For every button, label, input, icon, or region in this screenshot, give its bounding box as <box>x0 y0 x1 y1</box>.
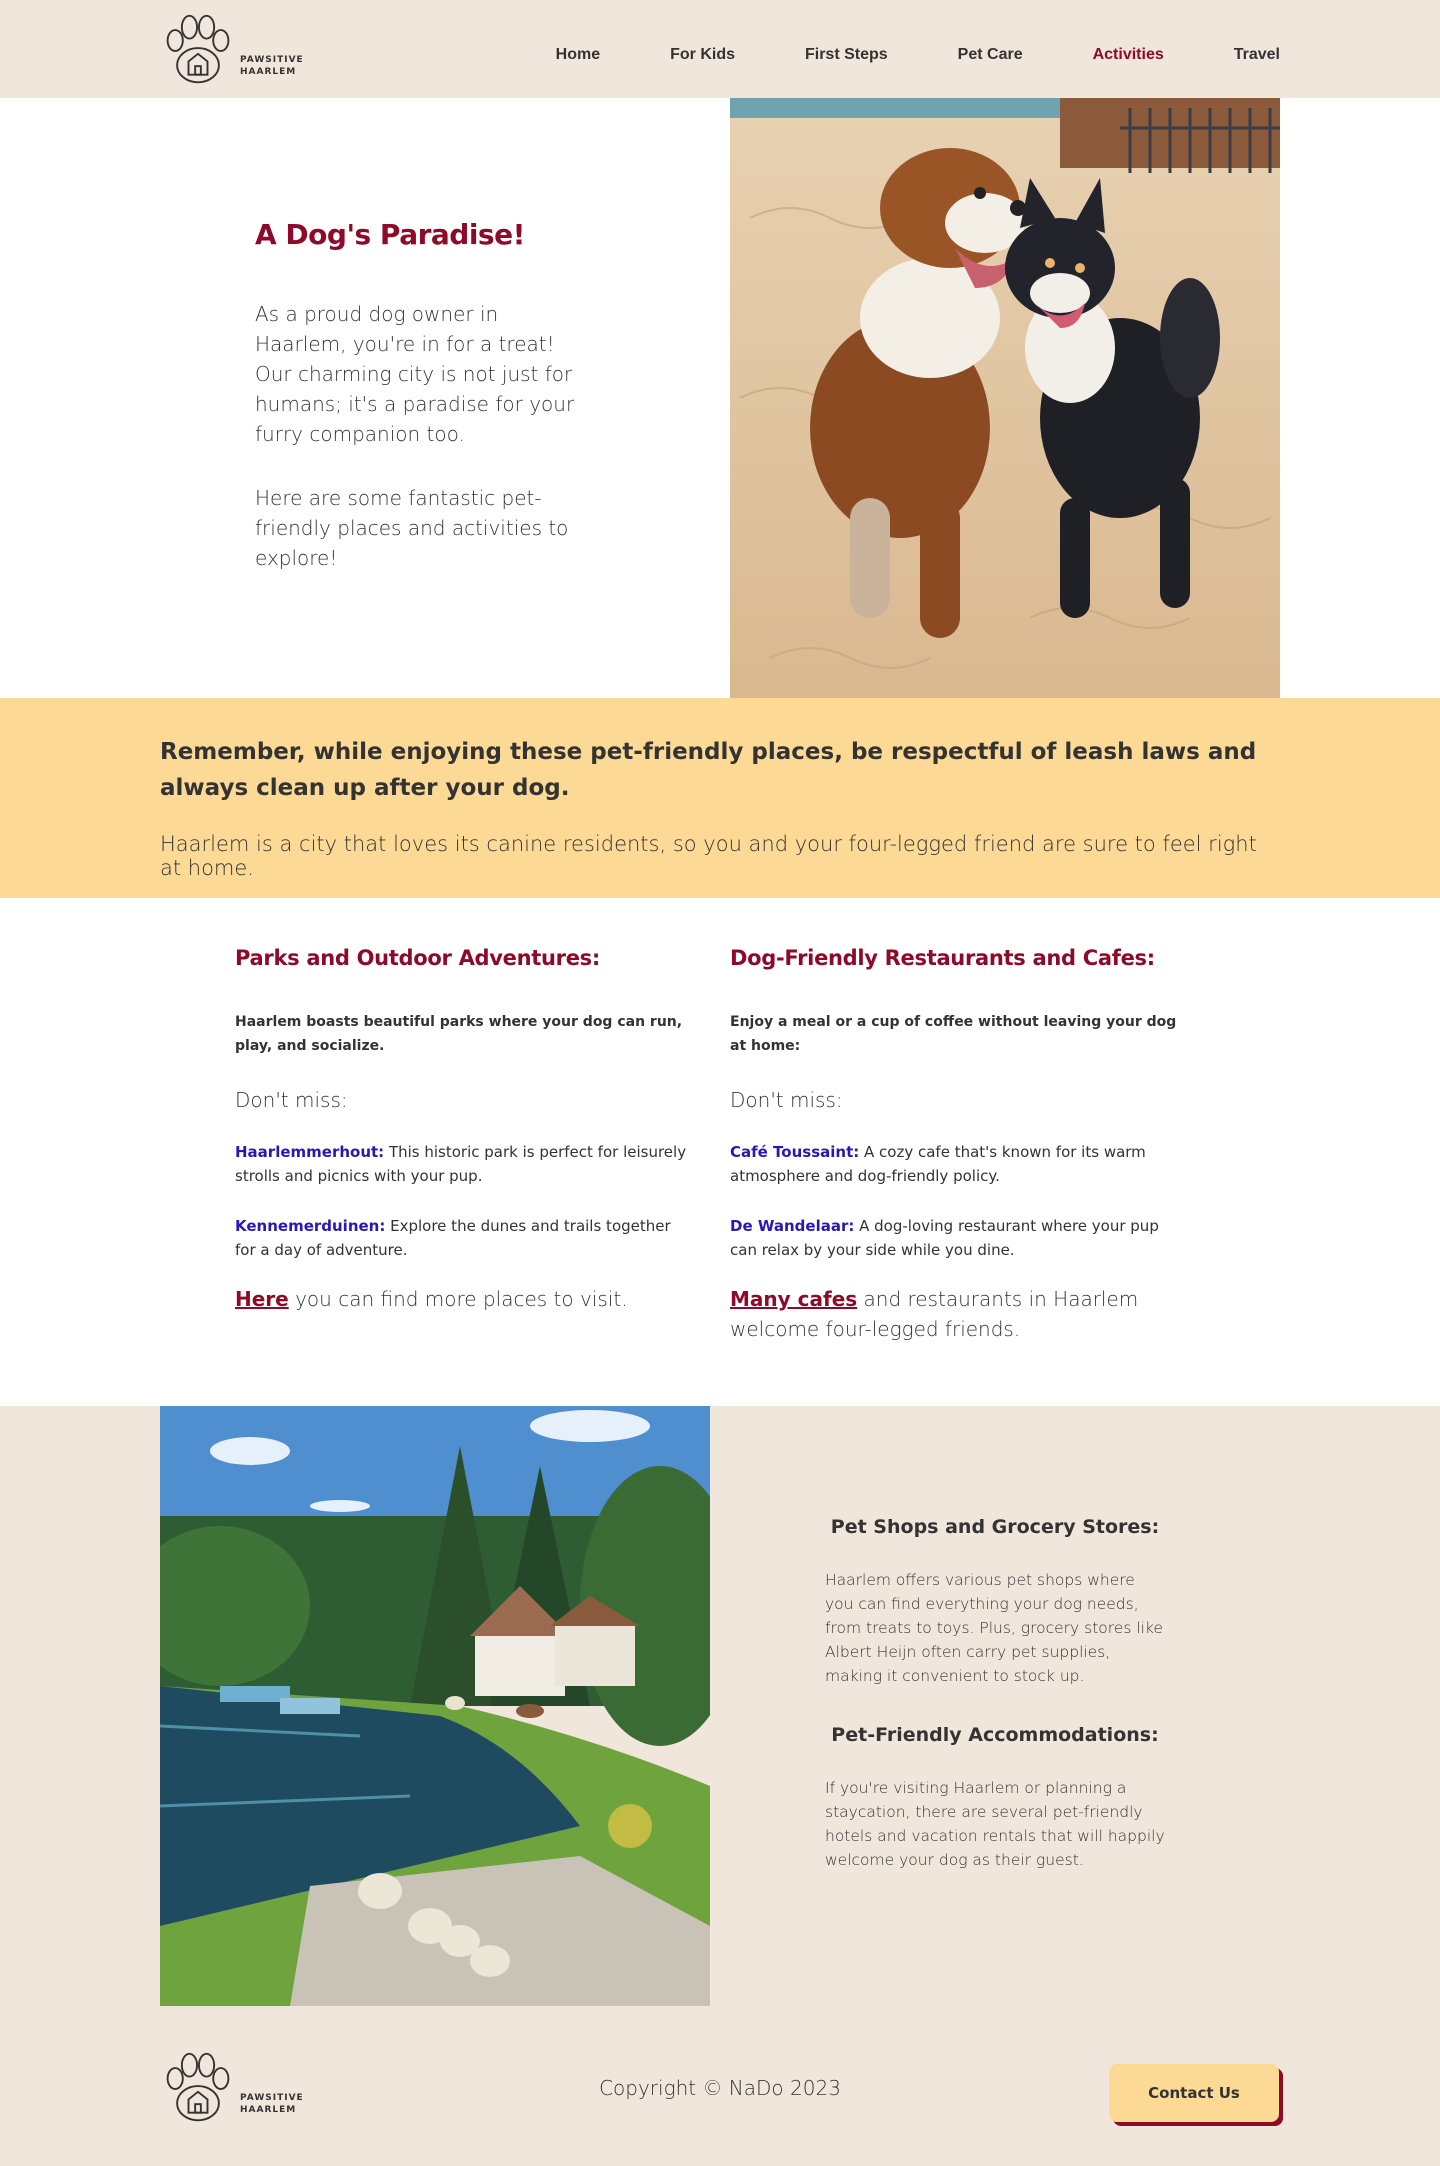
hero-paragraph-1: As a proud dog owner in Haarlem, you're … <box>255 302 575 446</box>
canal-park-illustration <box>160 1406 710 2006</box>
shops-text: Pet Shops and Grocery Stores: Haarlem of… <box>825 1516 1165 1872</box>
site-footer: PAWSITIVE HAARLEM Copyright © NaDo 2023 … <box>0 2006 1440 2166</box>
nav-first-steps[interactable]: First Steps <box>805 46 888 64</box>
parks-title: Parks and Outdoor Adventures: <box>235 946 600 970</box>
place-name: Café Toussaint: <box>730 1143 860 1161</box>
dogs-playing-illustration <box>730 98 1280 698</box>
nav-home[interactable]: Home <box>556 46 600 64</box>
hero-section: A Dog's Paradise! As a proud dog owner i… <box>0 98 1440 698</box>
reminder-strong-text: Remember, while enjoying these pet-frien… <box>160 739 1257 801</box>
nav-for-kids[interactable]: For Kids <box>670 46 735 64</box>
paw-logo-icon <box>166 14 230 84</box>
contact-us-button[interactable]: Contact Us <box>1109 2064 1279 2122</box>
nav-activities[interactable]: Activities <box>1093 46 1164 64</box>
restaurants-intro: Enjoy a meal or a cup of coffee without … <box>730 1014 1177 1054</box>
place-name: De Wandelaar: <box>730 1217 855 1235</box>
hero-text: A Dog's Paradise! As a proud dog owner i… <box>255 218 575 573</box>
nav-pet-care[interactable]: Pet Care <box>958 46 1023 64</box>
logo-text-line2: HAARLEM <box>240 67 297 77</box>
accommodations-title: Pet-Friendly Accommodations: <box>831 1724 1159 1746</box>
main-nav: Home For Kids First Steps Pet Care Activ… <box>486 0 1280 110</box>
logo-text-line1: PAWSITIVE <box>240 55 304 65</box>
parks-intro: Haarlem boasts beautiful parks where you… <box>235 1014 683 1054</box>
nav-travel[interactable]: Travel <box>1234 46 1280 64</box>
parks-more-text: you can find more places to visit. <box>288 1287 628 1311</box>
site-logo[interactable]: PAWSITIVE HAARLEM <box>160 12 304 88</box>
place-name: Kennemerduinen: <box>235 1217 386 1235</box>
parks-column: Parks and Outdoor Adventures: Haarlem bo… <box>235 946 695 1314</box>
restaurants-dont-miss: Don't miss: <box>730 1088 843 1112</box>
reminder-band: Remember, while enjoying these pet-frien… <box>0 698 1440 898</box>
restaurants-more-link[interactable]: Many cafes <box>730 1287 857 1311</box>
list-item: Haarlemmerhout: This historic park is pe… <box>235 1140 695 1188</box>
list-item: Café Toussaint: A cozy cafe that's known… <box>730 1140 1190 1188</box>
list-item: Kennemerduinen: Explore the dunes and tr… <box>235 1214 695 1262</box>
shops-title: Pet Shops and Grocery Stores: <box>830 1516 1160 1538</box>
restaurants-title: Dog-Friendly Restaurants and Cafes: <box>730 946 1155 970</box>
place-name: Haarlemmerhout: <box>235 1143 385 1161</box>
list-item: De Wandelaar: A dog-loving restaurant wh… <box>730 1214 1190 1262</box>
footer-logo-text-line2: HAARLEM <box>240 2105 297 2115</box>
hero-title: A Dog's Paradise! <box>255 218 525 251</box>
parks-more-link[interactable]: Here <box>235 1287 289 1311</box>
parks-dont-miss: Don't miss: <box>235 1088 348 1112</box>
reminder-text: Haarlem is a city that loves its canine … <box>160 832 1257 880</box>
parks-more: Here you can find more places to visit. <box>235 1284 695 1314</box>
hero-paragraph-2: Here are some fantastic pet-friendly pla… <box>255 486 569 570</box>
shops-paragraph: Haarlem offers various pet shops where y… <box>825 1571 1163 1685</box>
places-section: Parks and Outdoor Adventures: Haarlem bo… <box>0 898 1440 1406</box>
shops-section: Pet Shops and Grocery Stores: Haarlem of… <box>0 1406 1440 2006</box>
restaurants-more: Many cafes and restaurants in Haarlem we… <box>730 1284 1190 1344</box>
site-header: PAWSITIVE HAARLEM Home For Kids First St… <box>0 0 1440 98</box>
restaurants-column: Dog-Friendly Restaurants and Cafes: Enjo… <box>730 946 1190 1344</box>
accommodations-paragraph: If you're visiting Haarlem or planning a… <box>825 1779 1165 1869</box>
